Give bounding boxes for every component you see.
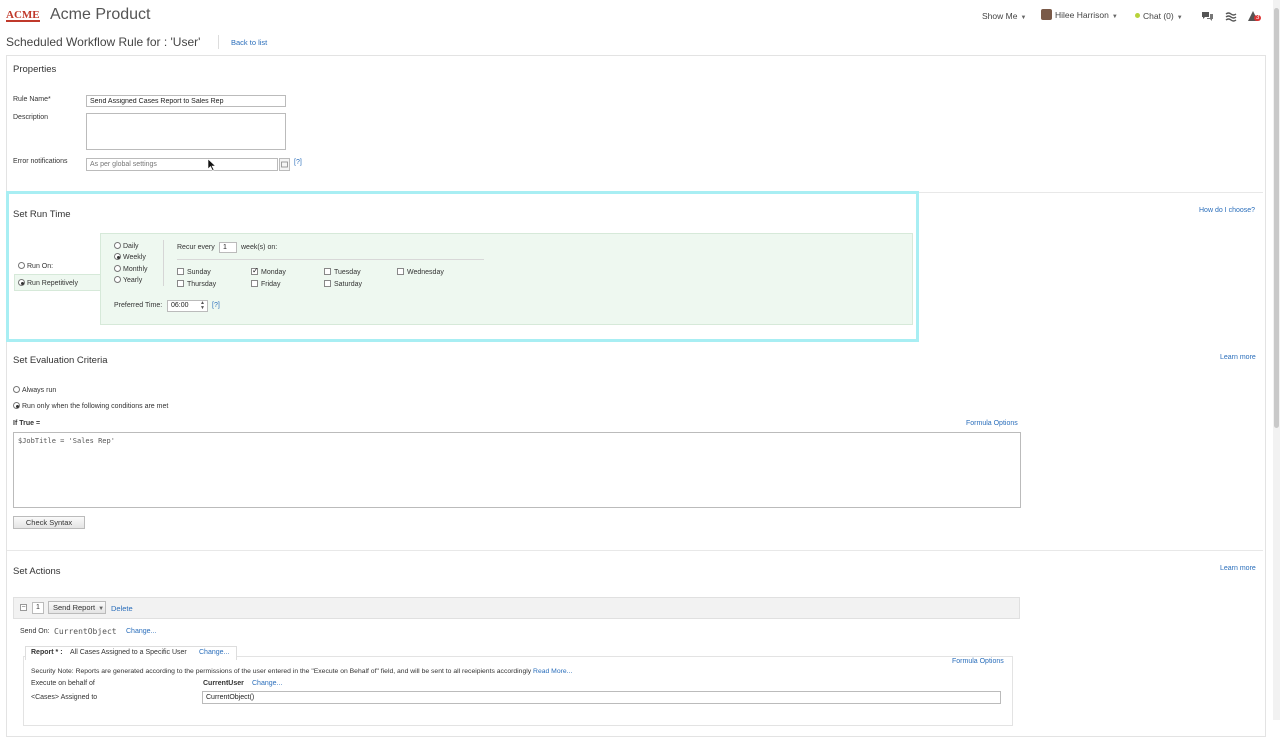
formula-text: $JobTitle = 'Sales Rep' — [18, 437, 115, 445]
app-title: Acme Product — [50, 6, 151, 23]
rule-name-label: Rule Name* — [13, 96, 51, 103]
action-type-value: Send Report — [53, 603, 96, 612]
always-run-option[interactable]: Always run — [13, 386, 56, 394]
action-index: 1 — [32, 602, 44, 614]
top-bar: ACME Acme Product Show Me ▼ Hilee Harriso… — [0, 0, 1280, 32]
check-syntax-button[interactable]: Check Syntax — [13, 516, 85, 529]
report-change-link[interactable]: Change... — [199, 649, 229, 656]
report-label-text: Report — [31, 649, 54, 656]
page-title: Scheduled Workflow Rule for : 'User' — [6, 35, 201, 49]
send-on-label: Send On: — [20, 628, 50, 635]
always-run-label: Always run — [22, 387, 57, 394]
notifications-icon[interactable]: 3 — [1247, 10, 1262, 24]
chevron-down-icon: ▼ — [1176, 15, 1183, 21]
radio-selected-icon — [13, 402, 20, 409]
user-menu[interactable]: Hilee Harrison ▼ — [1041, 9, 1118, 20]
svg-text:ACME: ACME — [6, 9, 40, 21]
delete-action-link[interactable]: Delete — [111, 604, 133, 613]
status-dot-icon — [1135, 13, 1140, 18]
actions-learn-more-link[interactable]: Learn more — [1220, 565, 1256, 572]
chat-menu[interactable]: Chat (0) ▼ — [1135, 11, 1183, 21]
description-label: Description — [13, 114, 49, 121]
formula-editor[interactable]: $JobTitle = 'Sales Rep' — [13, 432, 1021, 508]
required-mark: * — [55, 649, 59, 656]
if-true-label: If True = — [13, 420, 41, 427]
show-me-label: Show Me — [982, 11, 1018, 21]
report-value: All Cases Assigned to a Specific User — [70, 649, 187, 656]
action-type-select[interactable]: Send Report ▼ — [48, 601, 106, 614]
execute-on-behalf-label: Execute on behalf of — [31, 680, 95, 687]
run-conditionally-option[interactable]: Run only when the following conditions a… — [13, 402, 168, 410]
required-mark: * — [48, 96, 51, 103]
chat-bubbles-icon[interactable] — [1201, 11, 1214, 24]
run-conditionally-label: Run only when the following conditions a… — [22, 403, 169, 410]
show-me-menu[interactable]: Show Me ▼ — [982, 11, 1026, 21]
assigned-to-label: <Cases> Assigned to — [31, 694, 98, 701]
avatar — [1041, 9, 1052, 20]
mouse-cursor-icon — [207, 158, 217, 173]
collapse-icon[interactable]: − — [20, 604, 27, 611]
send-on-change-link[interactable]: Change... — [126, 628, 156, 635]
report-formula-options-link[interactable]: Formula Options — [952, 658, 1004, 665]
description-textarea[interactable] — [86, 113, 286, 150]
error-notifications-field[interactable]: As per global settings — [86, 158, 278, 171]
security-note: Security Note: Reports are generated acc… — [31, 668, 572, 675]
acme-logo[interactable]: ACME — [6, 7, 40, 23]
radio-icon — [13, 386, 20, 393]
assigned-to-value: CurrentObject() — [206, 694, 255, 701]
action-header-bar — [13, 597, 1020, 619]
execute-on-behalf-value: CurrentUser — [203, 680, 244, 687]
notification-count-badge: 3 — [1254, 15, 1262, 21]
user-name: Hilee Harrison — [1055, 10, 1109, 20]
set-evaluation-criteria-title: Set Evaluation Criteria — [13, 355, 108, 366]
chevron-down-icon: ▼ — [1020, 15, 1027, 21]
title-divider — [218, 35, 219, 49]
error-notifications-value: As per global settings — [90, 161, 157, 168]
chevron-down-icon: ▼ — [1111, 14, 1118, 20]
evaluation-learn-more-link[interactable]: Learn more — [1220, 354, 1256, 361]
chat-label: Chat (0) — [1143, 11, 1174, 21]
error-notifications-label: Error notifications — [13, 158, 68, 165]
security-note-text: Security Note: Reports are generated acc… — [31, 668, 532, 675]
activity-stream-icon[interactable] — [1225, 11, 1237, 24]
run-time-highlight — [6, 191, 919, 342]
properties-title: Properties — [13, 64, 57, 75]
rule-name-input[interactable] — [86, 95, 286, 107]
execute-change-link[interactable]: Change... — [252, 680, 282, 687]
how-do-i-choose-link[interactable]: How do I choose? — [1199, 207, 1255, 214]
assigned-to-input[interactable]: CurrentObject() — [202, 691, 1001, 704]
section-divider — [7, 550, 1263, 551]
report-label: Report * : — [31, 649, 63, 656]
chevron-down-icon: ▼ — [98, 606, 105, 612]
send-on-value: CurrentObject — [54, 627, 117, 636]
read-more-link[interactable]: Read More... — [533, 668, 572, 675]
error-notifications-help-link[interactable]: [?] — [294, 159, 302, 166]
back-to-list-link[interactable]: Back to list — [231, 38, 267, 47]
rule-name-label-text: Rule Name — [13, 96, 49, 103]
formula-options-link[interactable]: Formula Options — [966, 420, 1018, 427]
set-actions-title: Set Actions — [13, 566, 61, 577]
lookup-icon[interactable] — [279, 158, 290, 171]
scrollbar-thumb[interactable] — [1274, 8, 1279, 428]
